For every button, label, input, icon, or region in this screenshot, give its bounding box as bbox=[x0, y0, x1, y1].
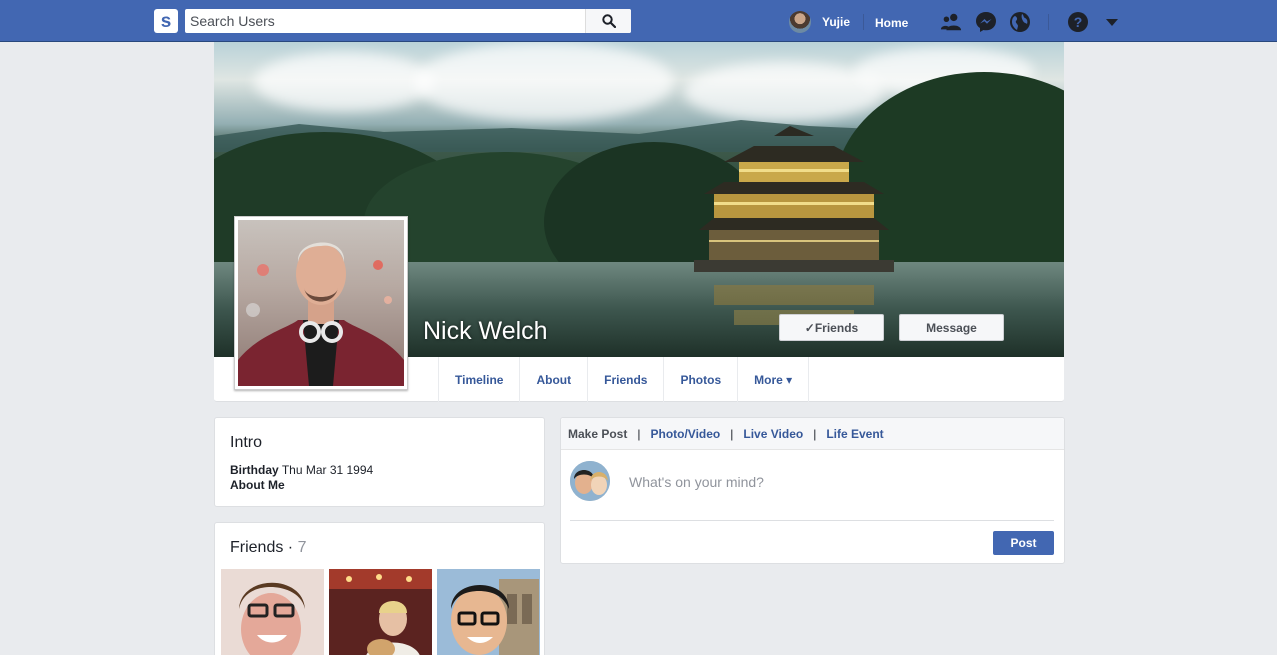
live-video-tab[interactable]: Live Video bbox=[743, 427, 803, 441]
message-button[interactable]: Message bbox=[899, 314, 1004, 341]
composer-divider bbox=[570, 520, 1054, 521]
search-icon bbox=[601, 14, 616, 28]
search-input[interactable] bbox=[185, 9, 585, 33]
friends-title-label: Friends · bbox=[230, 539, 294, 556]
nav-home-link[interactable]: Home bbox=[875, 16, 908, 30]
notifications-globe-icon[interactable] bbox=[1009, 11, 1031, 33]
birthday-value: Thu Mar 31 1994 bbox=[281, 463, 374, 477]
make-post-tab[interactable]: Make Post bbox=[568, 427, 627, 441]
photo-video-tab[interactable]: Photo/Video bbox=[650, 427, 720, 441]
top-navigation-bar: s Yujie Home bbox=[0, 0, 1277, 42]
intro-card: Intro Birthday Thu Mar 31 1994 About Me bbox=[214, 417, 545, 507]
profile-name: Nick Welch bbox=[423, 317, 548, 345]
composer-input[interactable]: What's on your mind? bbox=[629, 474, 764, 490]
tab-photos[interactable]: Photos bbox=[664, 357, 739, 402]
profile-picture[interactable] bbox=[234, 216, 408, 390]
tab-about[interactable]: About bbox=[520, 357, 589, 402]
search-button[interactable] bbox=[585, 9, 631, 33]
friend-thumbnail[interactable] bbox=[329, 569, 432, 655]
nav-user-name[interactable]: Yujie bbox=[822, 15, 850, 29]
messenger-icon[interactable] bbox=[975, 11, 997, 33]
profile-tabs: Timeline About Friends Photos More ▾ bbox=[438, 357, 810, 402]
svg-text:?: ? bbox=[1074, 14, 1083, 30]
intro-birthday: Birthday Thu Mar 31 1994 bbox=[230, 463, 373, 477]
post-composer: Make Post | Photo/Video | Live Video | L… bbox=[560, 417, 1065, 564]
friend-thumbnail[interactable] bbox=[437, 569, 540, 655]
nav-separator bbox=[863, 14, 864, 30]
help-icon[interactable]: ? bbox=[1067, 11, 1089, 33]
composer-header: Make Post | Photo/Video | Live Video | L… bbox=[561, 418, 1064, 450]
birthday-label: Birthday bbox=[230, 463, 279, 477]
nav-separator bbox=[1048, 14, 1049, 30]
about-me-label: About Me bbox=[230, 478, 285, 492]
pagoda-image bbox=[694, 126, 894, 272]
friends-count: 7 bbox=[297, 539, 307, 556]
life-event-tab[interactable]: Life Event bbox=[826, 427, 883, 441]
profile-photo bbox=[238, 220, 404, 386]
user-avatar[interactable] bbox=[789, 11, 811, 33]
tab-more[interactable]: More ▾ bbox=[738, 357, 810, 402]
composer-avatar bbox=[570, 461, 610, 501]
intro-title: Intro bbox=[230, 434, 263, 451]
caret-down-icon[interactable] bbox=[1101, 11, 1123, 33]
post-button[interactable]: Post bbox=[993, 531, 1054, 555]
friends-button[interactable]: ✓Friends bbox=[779, 314, 884, 341]
friend-thumbnail[interactable] bbox=[221, 569, 324, 655]
friends-title[interactable]: Friends · 7 bbox=[230, 539, 306, 557]
tab-timeline[interactable]: Timeline bbox=[439, 357, 521, 402]
search-box bbox=[185, 9, 631, 33]
logo-icon[interactable]: s bbox=[154, 9, 178, 33]
friend-requests-icon[interactable] bbox=[940, 11, 962, 33]
friends-card: Friends · 7 bbox=[214, 522, 545, 655]
tab-friends[interactable]: Friends bbox=[588, 357, 665, 402]
